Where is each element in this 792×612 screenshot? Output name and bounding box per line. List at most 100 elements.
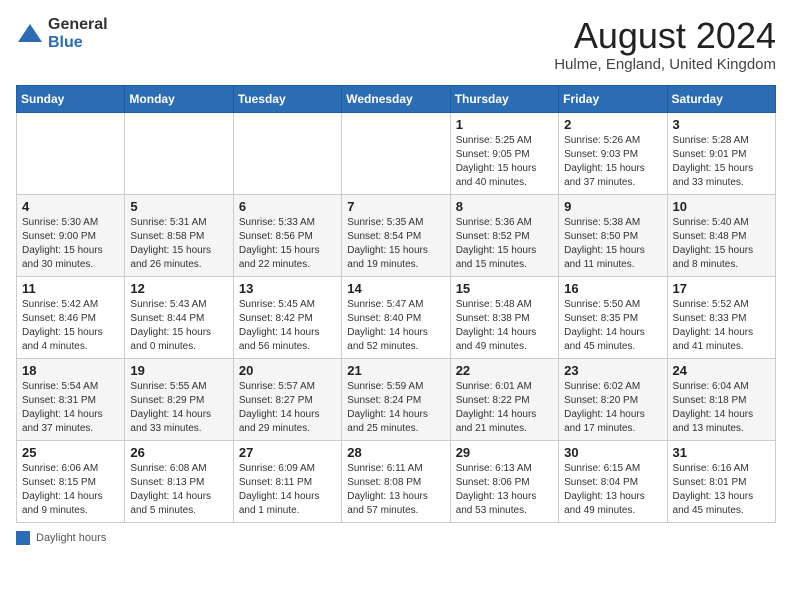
day-info: Sunrise: 6:04 AM Sunset: 8:18 PM Dayligh… xyxy=(673,380,770,436)
day-info: Sunrise: 6:01 AM Sunset: 8:22 PM Dayligh… xyxy=(456,380,553,436)
calendar-cell: 10 Sunrise: 5:40 AM Sunset: 8:48 PM Dayli… xyxy=(667,194,775,276)
calendar-row: 1 Sunrise: 5:25 AM Sunset: 9:05 PM Daylig… xyxy=(17,112,776,194)
calendar-cell: 14Sunrise: 5:47 AM Sunset: 8:40 PM Dayli… xyxy=(342,276,450,358)
calendar-cell: 1 Sunrise: 5:25 AM Sunset: 9:05 PM Daylig… xyxy=(450,112,558,194)
day-number: 8 xyxy=(456,199,553,214)
day-info: Sunrise: 5:25 AM Sunset: 9:05 PM Dayligh… xyxy=(456,134,553,190)
day-number: 5 xyxy=(130,199,227,214)
calendar-cell: 22 Sunrise: 6:01 AM Sunset: 8:22 PM Dayli… xyxy=(450,358,558,440)
day-number: 16 xyxy=(564,281,661,296)
calendar-body: 1 Sunrise: 5:25 AM Sunset: 9:05 PM Daylig… xyxy=(17,112,776,522)
calendar-cell: 15 Sunrise: 5:48 AM Sunset: 8:38 PM Dayli… xyxy=(450,276,558,358)
day-number: 20 xyxy=(239,363,336,378)
day-info: Sunrise: 5:26 AM Sunset: 9:03 PM Dayligh… xyxy=(564,134,661,190)
day-number: 1 xyxy=(456,117,553,132)
logo-blue: Blue xyxy=(48,34,108,52)
calendar-row: 11 Sunrise: 5:42 AM Sunset: 8:46 PM Dayli… xyxy=(17,276,776,358)
calendar-cell: 27 Sunrise: 6:09 AM Sunset: 8:11 PM Dayli… xyxy=(233,440,341,522)
day-number: 12 xyxy=(130,281,227,296)
day-info: Sunrise: 5:36 AM Sunset: 8:52 PM Dayligh… xyxy=(456,216,553,272)
calendar-cell: 23Sunrise: 6:02 AM Sunset: 8:20 PM Dayli… xyxy=(559,358,667,440)
day-number: 31 xyxy=(673,445,770,460)
header-cell: Saturday xyxy=(667,85,775,112)
day-info: Sunrise: 5:33 AM Sunset: 8:56 PM Dayligh… xyxy=(239,216,336,272)
day-info: Sunrise: 5:35 AM Sunset: 8:54 PM Dayligh… xyxy=(347,216,444,272)
day-number: 23 xyxy=(564,363,661,378)
month-year: August 2024 xyxy=(554,16,776,56)
logo-general: General xyxy=(48,16,108,34)
calendar-cell: 11 Sunrise: 5:42 AM Sunset: 8:46 PM Dayli… xyxy=(17,276,125,358)
calendar-cell: 31 Sunrise: 6:16 AM Sunset: 8:01 PM Dayli… xyxy=(667,440,775,522)
calendar-cell: 2 Sunrise: 5:26 AM Sunset: 9:03 PM Daylig… xyxy=(559,112,667,194)
calendar-cell: 26Sunrise: 6:08 AM Sunset: 8:13 PM Dayli… xyxy=(125,440,233,522)
calendar-cell: 17Sunrise: 5:52 AM Sunset: 8:33 PM Dayli… xyxy=(667,276,775,358)
day-info: Sunrise: 6:16 AM Sunset: 8:01 PM Dayligh… xyxy=(673,462,770,518)
day-info: Sunrise: 5:40 AM Sunset: 8:48 PM Dayligh… xyxy=(673,216,770,272)
day-number: 10 xyxy=(673,199,770,214)
calendar-row: 4 Sunrise: 5:30 AM Sunset: 9:00 PM Daylig… xyxy=(17,194,776,276)
day-info: Sunrise: 5:55 AM Sunset: 8:29 PM Dayligh… xyxy=(130,380,227,436)
day-number: 18 xyxy=(22,363,119,378)
day-number: 29 xyxy=(456,445,553,460)
day-info: Sunrise: 5:57 AM Sunset: 8:27 PM Dayligh… xyxy=(239,380,336,436)
calendar-cell: 28Sunrise: 6:11 AM Sunset: 8:08 PM Dayli… xyxy=(342,440,450,522)
day-info: Sunrise: 6:13 AM Sunset: 8:06 PM Dayligh… xyxy=(456,462,553,518)
location: Hulme, England, United Kingdom xyxy=(554,56,776,73)
logo-text: General Blue xyxy=(48,16,108,51)
calendar-cell: 29 Sunrise: 6:13 AM Sunset: 8:06 PM Dayli… xyxy=(450,440,558,522)
calendar-cell xyxy=(342,112,450,194)
day-info: Sunrise: 5:31 AM Sunset: 8:58 PM Dayligh… xyxy=(130,216,227,272)
calendar-table: SundayMondayTuesdayWednesdayThursdayFrid… xyxy=(16,85,776,523)
calendar-row: 25Sunrise: 6:06 AM Sunset: 8:15 PM Dayli… xyxy=(17,440,776,522)
calendar-cell: 9Sunrise: 5:38 AM Sunset: 8:50 PM Daylig… xyxy=(559,194,667,276)
calendar-cell: 7 Sunrise: 5:35 AM Sunset: 8:54 PM Daylig… xyxy=(342,194,450,276)
day-number: 6 xyxy=(239,199,336,214)
legend-label: Daylight hours xyxy=(36,532,106,544)
day-number: 13 xyxy=(239,281,336,296)
day-info: Sunrise: 6:06 AM Sunset: 8:15 PM Dayligh… xyxy=(22,462,119,518)
calendar-cell xyxy=(125,112,233,194)
calendar-cell: 5 Sunrise: 5:31 AM Sunset: 8:58 PM Daylig… xyxy=(125,194,233,276)
calendar-cell: 3 Sunrise: 5:28 AM Sunset: 9:01 PM Daylig… xyxy=(667,112,775,194)
day-number: 24 xyxy=(673,363,770,378)
page-header: General Blue August 2024 Hulme, England,… xyxy=(16,16,776,73)
day-number: 30 xyxy=(564,445,661,460)
legend-box xyxy=(16,531,30,545)
day-info: Sunrise: 5:28 AM Sunset: 9:01 PM Dayligh… xyxy=(673,134,770,190)
day-info: Sunrise: 5:52 AM Sunset: 8:33 PM Dayligh… xyxy=(673,298,770,354)
day-info: Sunrise: 6:15 AM Sunset: 8:04 PM Dayligh… xyxy=(564,462,661,518)
day-info: Sunrise: 5:50 AM Sunset: 8:35 PM Dayligh… xyxy=(564,298,661,354)
day-info: Sunrise: 6:09 AM Sunset: 8:11 PM Dayligh… xyxy=(239,462,336,518)
day-number: 22 xyxy=(456,363,553,378)
calendar-cell: 6 Sunrise: 5:33 AM Sunset: 8:56 PM Daylig… xyxy=(233,194,341,276)
calendar-cell: 24 Sunrise: 6:04 AM Sunset: 8:18 PM Dayli… xyxy=(667,358,775,440)
legend: Daylight hours xyxy=(16,531,776,545)
header-cell: Tuesday xyxy=(233,85,341,112)
day-info: Sunrise: 5:59 AM Sunset: 8:24 PM Dayligh… xyxy=(347,380,444,436)
calendar-cell: 20 Sunrise: 5:57 AM Sunset: 8:27 PM Dayli… xyxy=(233,358,341,440)
header-cell: Thursday xyxy=(450,85,558,112)
day-number: 27 xyxy=(239,445,336,460)
day-number: 11 xyxy=(22,281,119,296)
day-number: 3 xyxy=(673,117,770,132)
calendar-cell: 12Sunrise: 5:43 AM Sunset: 8:44 PM Dayli… xyxy=(125,276,233,358)
day-number: 7 xyxy=(347,199,444,214)
day-info: Sunrise: 5:42 AM Sunset: 8:46 PM Dayligh… xyxy=(22,298,119,354)
logo-icon xyxy=(16,20,44,48)
logo: General Blue xyxy=(16,16,108,51)
day-info: Sunrise: 5:30 AM Sunset: 9:00 PM Dayligh… xyxy=(22,216,119,272)
calendar-row: 18Sunrise: 5:54 AM Sunset: 8:31 PM Dayli… xyxy=(17,358,776,440)
day-number: 2 xyxy=(564,117,661,132)
calendar-header: SundayMondayTuesdayWednesdayThursdayFrid… xyxy=(17,85,776,112)
day-number: 15 xyxy=(456,281,553,296)
header-cell: Friday xyxy=(559,85,667,112)
calendar-cell: 16 Sunrise: 5:50 AM Sunset: 8:35 PM Dayli… xyxy=(559,276,667,358)
day-number: 4 xyxy=(22,199,119,214)
header-cell: Wednesday xyxy=(342,85,450,112)
header-row: SundayMondayTuesdayWednesdayThursdayFrid… xyxy=(17,85,776,112)
day-info: Sunrise: 5:48 AM Sunset: 8:38 PM Dayligh… xyxy=(456,298,553,354)
calendar-cell xyxy=(17,112,125,194)
title-block: August 2024 Hulme, England, United Kingd… xyxy=(554,16,776,73)
header-cell: Monday xyxy=(125,85,233,112)
day-info: Sunrise: 5:45 AM Sunset: 8:42 PM Dayligh… xyxy=(239,298,336,354)
